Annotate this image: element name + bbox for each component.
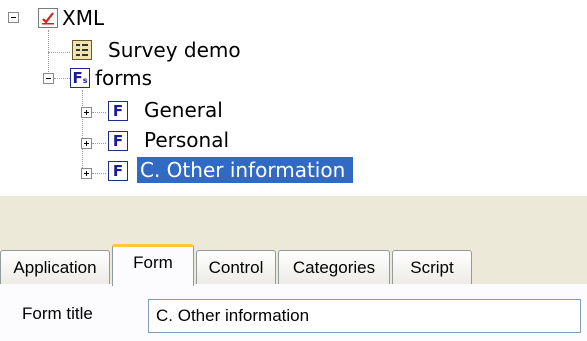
expand-toggle-other-information[interactable] [81,168,92,179]
tree-node-label: XML [62,6,105,30]
tree-node-survey-demo[interactable]: Survey demo [108,37,241,63]
tree-node-label: General [144,98,223,122]
tab-label: Application [13,257,97,277]
tree-connector [48,30,49,52]
tree-view[interactable]: XML Survey demo Fs forms F General F Per… [0,0,587,196]
tree-node-label: forms [95,66,153,90]
expand-toggle-personal[interactable] [81,138,92,149]
form-icon: F [108,131,128,151]
tree-connector [54,78,70,79]
tree-node-other-information[interactable]: C. Other information [137,157,354,183]
tab-strip: Application Form Control Categories Scri… [0,244,587,286]
form-icon: F [108,101,128,121]
tree-node-label: Personal [144,128,230,152]
tab-label: Categories [292,257,376,277]
tree-connector [92,173,106,174]
tree-node-label-selected: C. Other information [137,157,354,183]
tab-label: Control [208,257,264,277]
tree-connector [48,52,70,53]
tree-node-forms[interactable]: forms [95,65,152,91]
tab-form[interactable]: Form [112,244,194,286]
forms-folder-icon: Fs [70,68,90,88]
tree-node-personal[interactable]: Personal [144,127,229,153]
tab-application[interactable]: Application [0,250,110,284]
form-title-input[interactable]: C. Other information [148,299,581,333]
tree-node-general[interactable]: General [144,97,223,123]
tab-label: Script [410,257,454,277]
form-properties-panel: Form title C. Other information [0,284,587,341]
xml-document-icon [38,8,58,28]
tree-connector [92,112,106,113]
form-title-label: Form title [22,304,93,323]
tree-node-xml[interactable]: XML [62,5,104,31]
tab-script[interactable]: Script [392,250,472,284]
form-icon: F [108,161,128,181]
tab-categories[interactable]: Categories [278,250,390,284]
tree-node-label: Survey demo [108,38,241,62]
splitter-band [0,196,587,244]
collapse-toggle-forms[interactable] [43,73,54,84]
tab-control[interactable]: Control [196,250,276,284]
tree-connector [82,90,83,174]
tree-connector [92,143,106,144]
tab-label: Form [133,253,173,272]
collapse-toggle-xml[interactable] [8,12,19,23]
survey-list-icon [72,40,92,60]
expand-toggle-general[interactable] [81,107,92,118]
